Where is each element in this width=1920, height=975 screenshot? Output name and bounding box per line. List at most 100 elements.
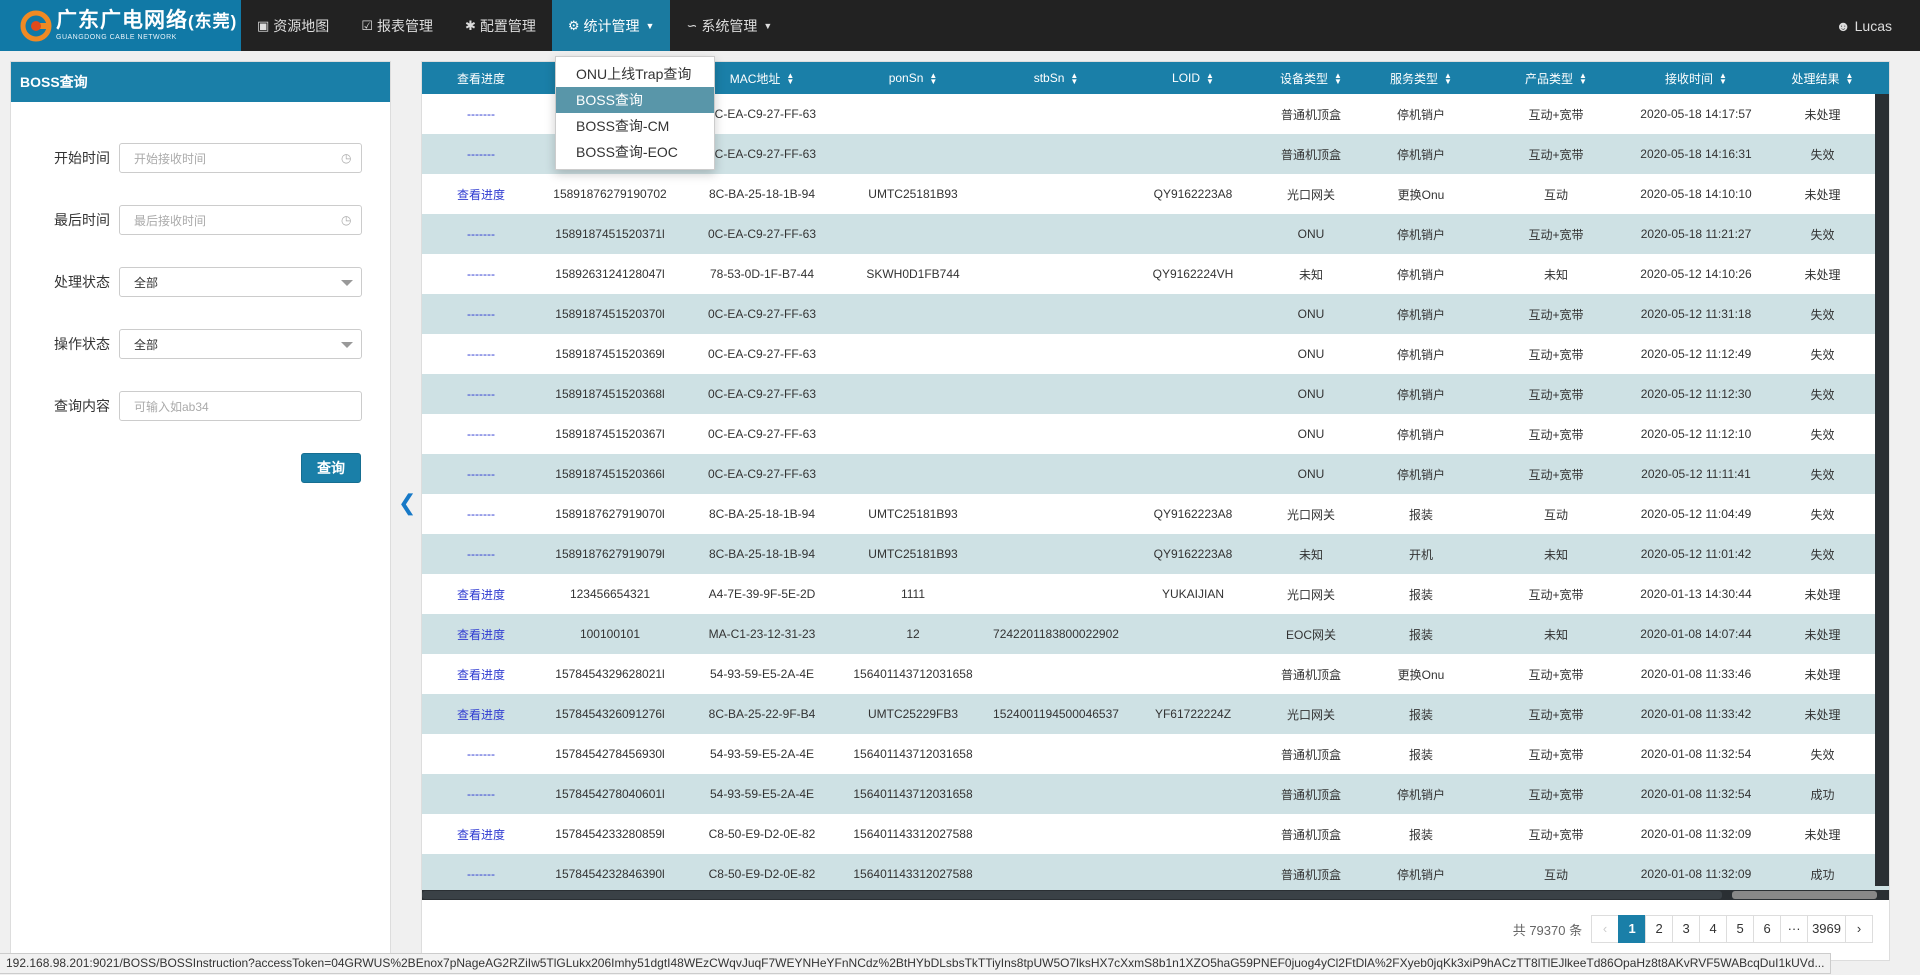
progress-placeholder-link[interactable]: ------- <box>422 734 540 774</box>
sort-icon[interactable]: ▲ ▼ <box>1444 72 1452 86</box>
nav-item-report[interactable]: ☑ 报表管理 <box>345 0 449 51</box>
start-time-input[interactable]: 开始接收时间 ◷ <box>119 143 362 173</box>
column-header-device-type[interactable]: 设备类型 ▲ ▼ <box>1256 62 1366 94</box>
end-time-input[interactable]: 最后接收时间 ◷ <box>119 205 362 235</box>
table-row[interactable]: ------- 1589187451520367l 0C-EA-C9-27-FF-6… <box>422 414 1889 454</box>
nav-item-statistics[interactable]: ⚙ 统计管理 ▼ <box>551 0 671 51</box>
cell-mac: 0C-EA-C9-27-FF-63 <box>707 347 817 361</box>
page-button-2[interactable]: 2 <box>1645 915 1674 943</box>
table-row[interactable]: 查看进度 100100101 MA-C1-23-12-31-23 12 72422011… <box>422 614 1889 654</box>
sort-icon[interactable]: ▲ ▼ <box>1070 71 1078 85</box>
table-row[interactable]: ------- 1589187451520368l 0C-EA-C9-27-FF-6… <box>422 374 1889 414</box>
collapse-panel-chevron-left-icon[interactable]: ❮ <box>398 492 416 514</box>
progress-placeholder-link[interactable]: ------- <box>422 414 540 454</box>
cell-receive-time: 2020-05-12 11:12:49 <box>1640 347 1752 361</box>
page-ellipsis-button[interactable]: ··· <box>1780 915 1809 943</box>
cell-device-type: ONU <box>1297 467 1325 481</box>
column-header-result[interactable]: 处理结果 ▲ ▼ <box>1756 62 1889 94</box>
table-row[interactable]: 查看进度 1578454233280859l C8-50-E9-D2-0E-82 15… <box>422 814 1889 854</box>
view-progress-link[interactable]: 查看进度 <box>422 694 540 734</box>
column-header-loid[interactable]: LOID ▲ ▼ <box>1130 62 1256 94</box>
table-row[interactable]: ------- 1589263124128047l 78-53-0D-1F-B7-4… <box>422 254 1889 294</box>
progress-placeholder-link[interactable]: ------- <box>422 214 540 254</box>
table-row[interactable]: ------- 1589187627919070l 8C-BA-25-18-1B-9… <box>422 494 1889 534</box>
table-row[interactable]: ------- 1589187451520370l 0C-EA-C9-27-FF-6… <box>422 294 1889 334</box>
progress-placeholder-link[interactable]: ------- <box>422 774 540 814</box>
prev-page-button[interactable]: ‹ <box>1591 915 1620 943</box>
sort-icon[interactable]: ▲ ▼ <box>1846 72 1854 86</box>
view-progress-link[interactable]: 查看进度 <box>422 574 540 614</box>
table-row[interactable]: ------- 1578454278040601l 54-93-59-E5-2A-4… <box>422 774 1889 814</box>
cell-device-type: 光口网关 <box>1286 507 1335 522</box>
column-header-receive-time[interactable]: 接收时间 ▲ ▼ <box>1636 62 1756 94</box>
table-row[interactable]: 查看进度 123456654321 A4-7E-39-9F-5E-2D 1111 YUK… <box>422 574 1889 614</box>
vertical-scrollbar[interactable] <box>1875 94 1889 886</box>
table-row[interactable]: ------- 1578454232846390l C8-50-E9-D2-0E-8… <box>422 854 1889 894</box>
operate-status-select[interactable]: 全部 <box>119 329 362 359</box>
view-progress-link[interactable]: 查看进度 <box>422 174 540 214</box>
last-page-button[interactable]: 3969 <box>1807 915 1846 943</box>
process-status-select[interactable]: 全部 <box>119 267 362 297</box>
cell-device-type: 普通机顶盒 <box>1280 147 1341 162</box>
cell-stbsn <box>982 414 1130 454</box>
view-progress-link[interactable]: 查看进度 <box>422 814 540 854</box>
sort-icon[interactable]: ▲ ▼ <box>1579 72 1587 86</box>
column-header-product-type[interactable]: 产品类型 ▲ ▼ <box>1476 62 1636 94</box>
table-row[interactable]: ------- 1578454278456930l 54-93-59-E5-2A-4… <box>422 734 1889 774</box>
query-button[interactable]: 查询 <box>301 453 361 483</box>
table-row[interactable]: ------- 1589187627919079l 8C-BA-25-18-1B-9… <box>422 534 1889 574</box>
nav-item-system[interactable]: ∽ 系统管理 ▼ <box>670 0 788 51</box>
dropdown-item-boss-query-cm[interactable]: BOSS查询-CM <box>556 113 714 139</box>
sort-icon[interactable]: ▲ ▼ <box>929 71 937 85</box>
column-header-service-type[interactable]: 服务类型 ▲ ▼ <box>1366 62 1476 94</box>
progress-placeholder-link[interactable]: ------- <box>422 374 540 414</box>
sort-icon[interactable]: ▲ ▼ <box>1206 71 1214 85</box>
horizontal-scrollbar[interactable] <box>422 890 1889 900</box>
page-button-6[interactable]: 6 <box>1753 915 1782 943</box>
progress-placeholder-link[interactable]: ------- <box>422 334 540 374</box>
progress-placeholder-link[interactable]: ------- <box>422 494 540 534</box>
table-row[interactable]: 查看进度 1578454329628021l 54-93-59-E5-2A-4E 15… <box>422 654 1889 694</box>
progress-placeholder-link[interactable]: ------- <box>422 254 540 294</box>
column-header-ponsn[interactable]: ponSn ▲ ▼ <box>844 62 982 94</box>
cell-stbsn <box>982 654 1130 694</box>
progress-placeholder-link[interactable]: ------- <box>422 134 540 174</box>
table-row[interactable]: ------- 1589187451520366l 0C-EA-C9-27-FF-6… <box>422 454 1889 494</box>
dropdown-item-boss-query[interactable]: BOSS查询 <box>556 87 714 113</box>
progress-placeholder-link[interactable]: ------- <box>422 854 540 894</box>
view-progress-link[interactable]: 查看进度 <box>422 654 540 694</box>
next-page-button[interactable]: › <box>1845 915 1873 943</box>
cell-id: 1578454278040601l <box>555 787 665 801</box>
page-button-4[interactable]: 4 <box>1699 915 1728 943</box>
progress-placeholder-link[interactable]: ------- <box>422 454 540 494</box>
nav-item-config[interactable]: ✱ 配置管理 <box>449 0 552 51</box>
table-row[interactable]: 查看进度 1578454326091276l 8C-BA-25-22-9F-B4 UM… <box>422 694 1889 734</box>
view-progress-link[interactable]: 查看进度 <box>422 614 540 654</box>
sort-icon[interactable]: ▲ ▼ <box>786 72 794 86</box>
cell-service-type: 停机销户 <box>1396 227 1445 242</box>
column-header-label: 处理结果 <box>1791 71 1840 86</box>
progress-placeholder-link[interactable]: ------- <box>422 94 540 134</box>
table-row[interactable]: 查看进度 15891876279190702 8C-BA-25-18-1B-94 UM… <box>422 174 1889 214</box>
brand-logo-area[interactable]: 广东广电网络(东莞) GUANGDONG CABLE NETWORK <box>0 0 241 51</box>
progress-placeholder-link[interactable]: ------- <box>422 294 540 334</box>
page-button-5[interactable]: 5 <box>1726 915 1755 943</box>
table-row[interactable]: ------- 1589187451520371l 0C-EA-C9-27-FF-6… <box>422 214 1889 254</box>
progress-placeholder-link[interactable]: ------- <box>422 534 540 574</box>
cell-stbsn <box>982 174 1130 214</box>
nav-item-resource-map[interactable]: ▣ 资源地图 <box>241 0 345 51</box>
table-row[interactable]: ------- 1589187451520369l 0C-EA-C9-27-FF-6… <box>422 334 1889 374</box>
dropdown-item-boss-query-eoc[interactable]: BOSS查询-EOC <box>556 139 714 165</box>
dropdown-item-onu-trap[interactable]: ONU上线Trap查询 <box>556 61 714 87</box>
scrollbar-thumb[interactable] <box>1732 891 1877 899</box>
page-button-1[interactable]: 1 <box>1618 915 1647 943</box>
sort-icon[interactable]: ▲ ▼ <box>1334 72 1342 86</box>
user-menu[interactable]: ☻ Lucas <box>1836 0 1892 51</box>
cell-product-type: 互动+宽带 <box>1528 707 1584 722</box>
cell-device-type: 普通机顶盒 <box>1280 667 1341 682</box>
column-header-stbsn[interactable]: stbSn ▲ ▼ <box>982 62 1130 94</box>
cell-device-type: 光口网关 <box>1286 707 1335 722</box>
query-content-input[interactable]: 可输入如ab34 <box>119 391 362 421</box>
page-button-3[interactable]: 3 <box>1672 915 1701 943</box>
sort-icon[interactable]: ▲ ▼ <box>1719 72 1727 86</box>
